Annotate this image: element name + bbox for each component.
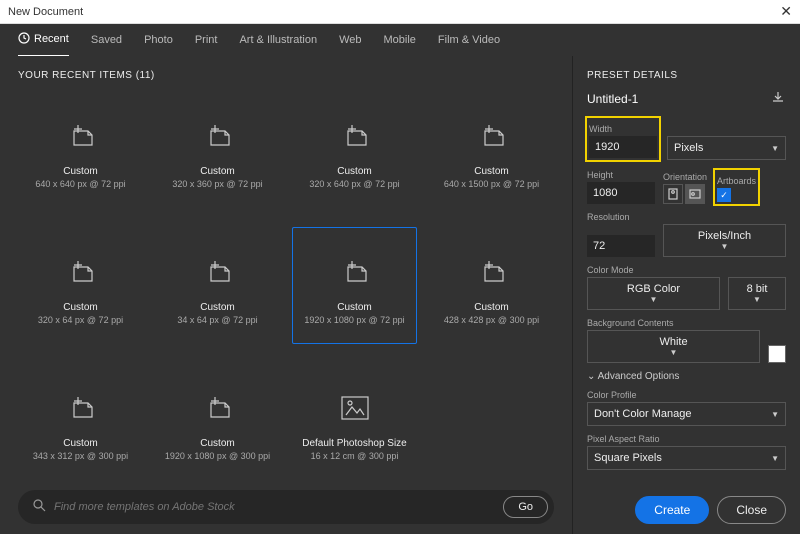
chevron-down-icon: ▼	[721, 242, 729, 251]
card-label: Custom	[337, 166, 371, 177]
card-sub: 320 x 64 px @ 72 ppi	[38, 315, 123, 325]
go-button[interactable]: Go	[503, 496, 548, 518]
tab-web[interactable]: Web	[339, 26, 361, 54]
titlebar: New Document ✕	[0, 0, 800, 24]
card-sub: 34 x 64 px @ 72 ppi	[177, 315, 257, 325]
document-icon	[58, 388, 104, 428]
chevron-down-icon: ▼	[753, 295, 761, 304]
background-swatch[interactable]	[768, 345, 786, 363]
search-input[interactable]	[54, 501, 495, 513]
bit-depth-select[interactable]: 8 bit▼	[728, 277, 786, 310]
card-label: Custom	[474, 302, 508, 313]
height-input[interactable]	[587, 182, 655, 204]
artboards-checkbox[interactable]: ✓	[717, 188, 731, 202]
preset-name[interactable]: Untitled-1	[587, 92, 638, 106]
artboards-highlight: Artboards ✓	[713, 168, 760, 206]
card-sub: 343 x 312 px @ 300 ppi	[33, 451, 128, 461]
width-input[interactable]	[589, 136, 657, 158]
card-sub: 320 x 640 px @ 72 ppi	[309, 179, 399, 189]
tab-film[interactable]: Film & Video	[438, 26, 500, 54]
document-icon	[195, 252, 241, 292]
new-document-dialog: New Document ✕ Recent Saved Photo Print …	[0, 0, 800, 534]
document-icon	[58, 252, 104, 292]
preset-card[interactable]: Custom 428 x 428 px @ 300 ppi	[429, 227, 554, 345]
card-label: Custom	[200, 166, 234, 177]
card-sub: 1920 x 1080 px @ 300 ppi	[165, 451, 270, 461]
card-sub: 428 x 428 px @ 300 ppi	[444, 315, 539, 325]
tab-mobile[interactable]: Mobile	[384, 26, 416, 54]
color-profile-select[interactable]: Don't Color Manage▼	[587, 402, 786, 426]
card-sub: 640 x 640 px @ 72 ppi	[35, 179, 125, 189]
card-sub: 320 x 360 px @ 72 ppi	[172, 179, 262, 189]
landscape-button[interactable]	[685, 184, 705, 204]
chevron-down-icon: ▼	[771, 410, 779, 419]
download-icon[interactable]	[770, 89, 786, 108]
width-highlight: Width	[585, 116, 661, 162]
card-label: Custom	[200, 302, 234, 313]
document-icon	[469, 116, 515, 156]
chevron-down-icon: ▼	[670, 348, 678, 357]
card-label: Default Photoshop Size	[302, 438, 407, 449]
chevron-down-icon: ▼	[771, 454, 779, 463]
document-icon	[195, 116, 241, 156]
document-icon	[58, 116, 104, 156]
create-button[interactable]: Create	[635, 496, 709, 524]
orientation-toggle	[663, 184, 707, 204]
preset-card[interactable]: Custom 1920 x 1080 px @ 72 ppi	[292, 227, 417, 345]
card-sub: 16 x 12 cm @ 300 ppi	[311, 451, 399, 461]
portrait-button[interactable]	[663, 184, 683, 204]
document-icon	[332, 388, 378, 428]
preset-card[interactable]: Custom 343 x 312 px @ 300 ppi	[18, 362, 143, 480]
card-label: Custom	[200, 438, 234, 449]
pixel-aspect-select[interactable]: Square Pixels▼	[587, 446, 786, 470]
background-select[interactable]: White▼	[587, 330, 760, 363]
preset-card[interactable]: Custom 34 x 64 px @ 72 ppi	[155, 227, 280, 345]
unit-select[interactable]: Pixels▼	[667, 136, 786, 160]
preset-card[interactable]: Custom 640 x 640 px @ 72 ppi	[18, 91, 143, 209]
advanced-toggle[interactable]: ⌄ Advanced Options	[587, 371, 786, 382]
card-sub: 1920 x 1080 px @ 72 ppi	[304, 315, 404, 325]
tab-recent[interactable]: Recent	[18, 24, 69, 57]
card-label: Custom	[474, 166, 508, 177]
clock-icon	[18, 32, 30, 47]
close-button[interactable]: Close	[717, 496, 786, 524]
card-label: Custom	[63, 166, 97, 177]
document-icon	[332, 252, 378, 292]
card-label: Custom	[337, 302, 371, 313]
chevron-down-icon: ▼	[650, 295, 658, 304]
tab-photo[interactable]: Photo	[144, 26, 173, 54]
document-icon	[332, 116, 378, 156]
card-sub: 640 x 1500 px @ 72 ppi	[444, 179, 539, 189]
tab-saved[interactable]: Saved	[91, 26, 122, 54]
resolution-unit-select[interactable]: Pixels/Inch▼	[663, 224, 786, 257]
resolution-input[interactable]	[587, 235, 655, 257]
card-label: Custom	[63, 302, 97, 313]
dialog-title: New Document	[8, 6, 83, 18]
preset-card[interactable]: Custom 320 x 640 px @ 72 ppi	[292, 91, 417, 209]
preset-card[interactable]: Custom 640 x 1500 px @ 72 ppi	[429, 91, 554, 209]
tab-print[interactable]: Print	[195, 26, 218, 54]
card-label: Custom	[63, 438, 97, 449]
document-icon	[469, 252, 515, 292]
document-icon	[195, 388, 241, 428]
preset-card[interactable]: Custom 320 x 64 px @ 72 ppi	[18, 227, 143, 345]
tab-art[interactable]: Art & Illustration	[239, 26, 317, 54]
preset-card[interactable]: Custom 320 x 360 px @ 72 ppi	[155, 91, 280, 209]
chevron-down-icon: ⌄	[587, 371, 595, 382]
category-tabs: Recent Saved Photo Print Art & Illustrat…	[0, 24, 800, 56]
preset-heading: PRESET DETAILS	[587, 70, 786, 81]
close-icon[interactable]: ✕	[780, 3, 792, 20]
search-icon	[32, 498, 46, 517]
color-mode-select[interactable]: RGB Color▼	[587, 277, 720, 310]
chevron-down-icon: ▼	[771, 144, 779, 153]
preset-card[interactable]: Default Photoshop Size 16 x 12 cm @ 300 p…	[292, 362, 417, 480]
preset-card[interactable]: Custom 1920 x 1080 px @ 300 ppi	[155, 362, 280, 480]
recent-heading: YOUR RECENT ITEMS (11)	[18, 70, 554, 81]
